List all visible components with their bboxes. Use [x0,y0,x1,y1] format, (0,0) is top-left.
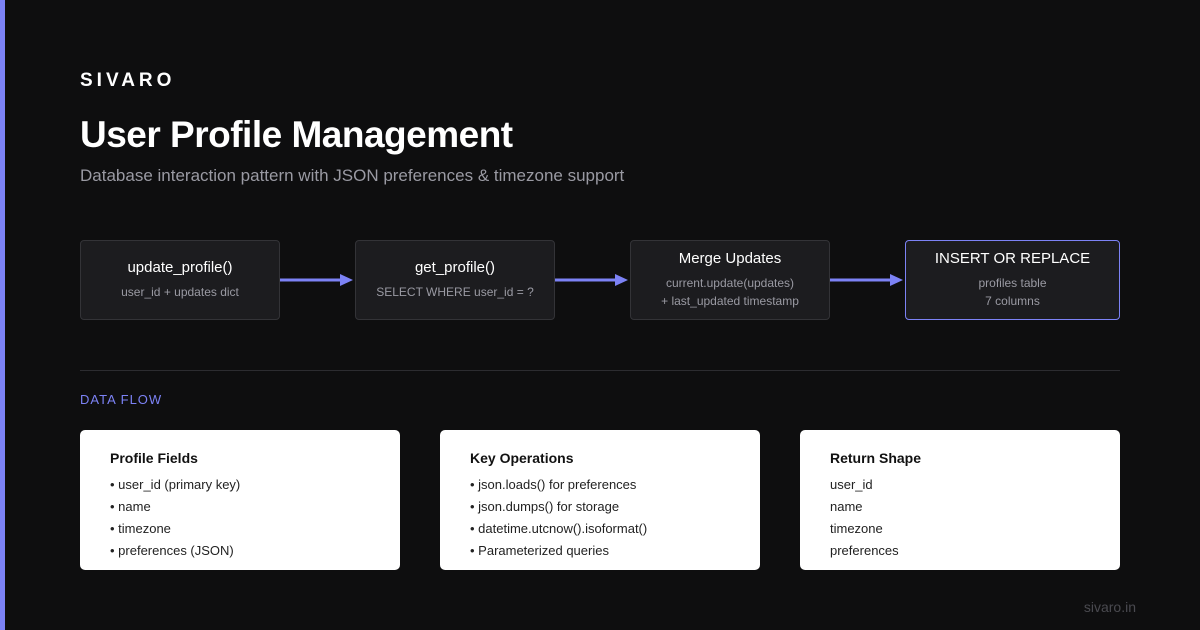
list-item: summary [830,562,1090,570]
footer-url: sivaro.in [1083,599,1136,615]
list-item: • user_id (primary key) [110,477,241,492]
card-list: • user_id (primary key) • name • timezon… [110,474,370,562]
flow-step-detail: + last_updated timestamp [661,294,799,308]
page-subtitle: Database interaction pattern with JSON p… [80,166,625,185]
flow-step-detail: profiles table [978,276,1047,290]
list-item: name [830,499,863,514]
page-title: User Profile Management [80,114,513,155]
card-key-operations: Key Operations • json.loads() for prefer… [440,430,760,570]
card-list: • json.loads() for preferences • json.du… [470,474,730,562]
list-item: • datetime.utcnow().isoformat() [470,521,648,536]
flow-step-title: Merge Updates [678,250,782,267]
flow-step-detail: user_id + updates dict [121,285,239,299]
card-return-shape: Return Shape user_id name timezone prefe… [800,430,1120,570]
list-item: preferences [830,543,899,558]
section-label: DATA FLOW [80,392,163,407]
flow-step-merge-updates: Merge Updates current.update(updates) + … [630,240,830,320]
card-title: Profile Fields [110,450,198,466]
flow-step-detail: 7 columns [985,294,1040,308]
section-divider [80,370,1120,371]
flow-step-detail: current.update(updates) [665,276,795,290]
flow-step-detail: SELECT WHERE user_id = ? [376,285,534,299]
brand-logo: SIVARO [80,70,176,91]
list-item: • json.dumps() for storage [470,499,620,514]
flow-step-get-profile: get_profile() SELECT WHERE user_id = ? [355,240,555,320]
list-item: • preferences (JSON) [110,543,234,558]
card-list: user_id name timezone preferences summar… [830,474,1090,570]
list-item: user_id [830,477,873,492]
list-item: • Parameterized queries [470,543,609,558]
list-item: timezone [830,521,883,536]
list-item: • json.loads() for preferences [470,477,637,492]
card-title: Key Operations [470,450,574,466]
flow-step-title: INSERT OR REPLACE [934,250,1091,267]
flow-step-update-profile: update_profile() user_id + updates dict [80,240,280,320]
flow-arrow [280,274,353,286]
card-title: Return Shape [830,450,922,466]
flow-step-title: get_profile() [414,259,496,276]
list-item: • timezone [110,521,171,536]
flow-step-title: update_profile() [127,259,233,276]
accent-bar [0,0,5,630]
list-item: • name [110,499,151,514]
flow-arrow [555,274,628,286]
card-profile-fields: Profile Fields • user_id (primary key) •… [80,430,400,570]
flow-step-insert-or-replace: INSERT OR REPLACE profiles table 7 colum… [905,240,1120,320]
flow-arrow [830,274,903,286]
